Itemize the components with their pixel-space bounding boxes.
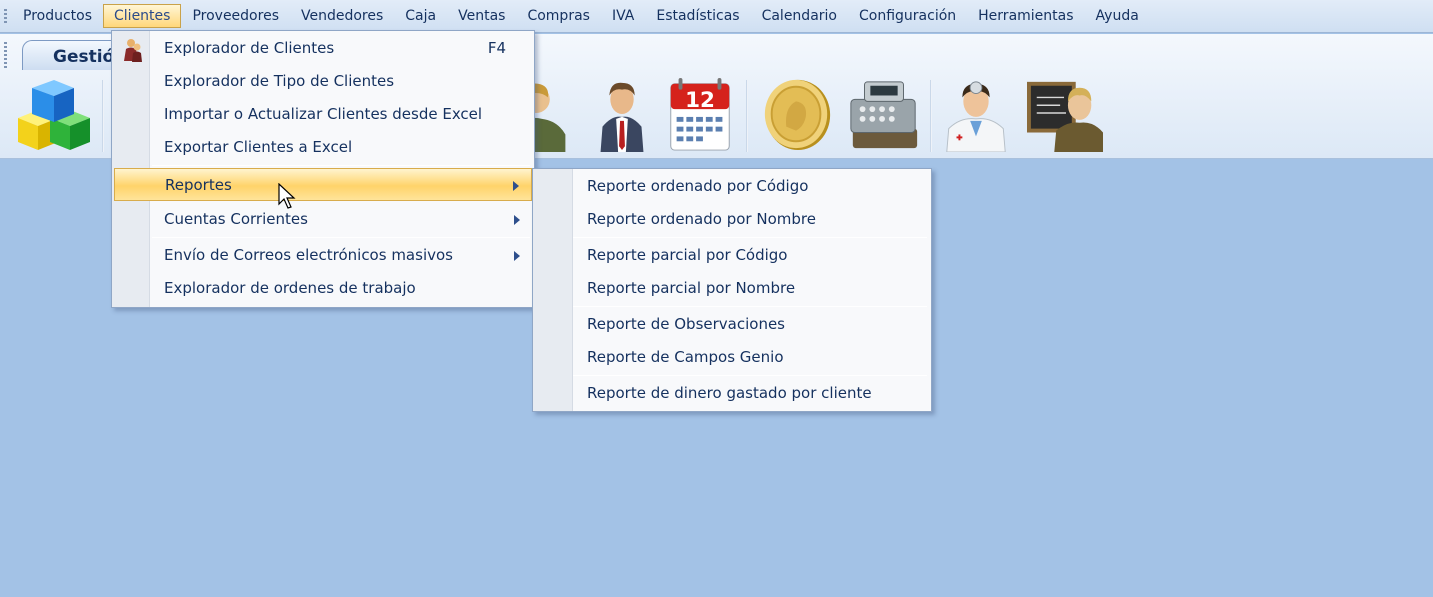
teacher-blackboard-icon[interactable]	[1024, 76, 1106, 152]
shortcut-label: F4	[487, 39, 506, 57]
submenu-item-dinero-gastado[interactable]: Reporte de dinero gastado por cliente	[535, 377, 929, 410]
menu-item-label: Reportes	[165, 176, 232, 194]
calendar-day: 12	[685, 88, 715, 113]
submenu-item-ordenado-nombre[interactable]: Reporte ordenado por Nombre	[535, 203, 929, 236]
doctor-icon[interactable]	[940, 76, 1012, 152]
menu-herramientas[interactable]: Herramientas	[967, 4, 1084, 28]
menu-item-label: Reporte parcial por Código	[587, 246, 788, 264]
menu-item-label: Reporte parcial por Nombre	[587, 279, 796, 297]
menu-item-label: Explorador de Tipo de Clientes	[164, 72, 395, 90]
menu-item-exportar-excel[interactable]: Exportar Clientes a Excel	[114, 131, 532, 164]
submenu-arrow-icon	[514, 251, 520, 261]
menu-ventas[interactable]: Ventas	[447, 4, 516, 28]
menu-item-envio-correos[interactable]: Envío de Correos electrónicos masivos	[114, 239, 532, 272]
submenu-item-observaciones[interactable]: Reporte de Observaciones	[535, 308, 929, 341]
menu-item-label: Explorador de ordenes de trabajo	[164, 279, 416, 297]
menu-divider	[573, 306, 927, 307]
menu-divider	[573, 237, 927, 238]
menu-item-label: Importar o Actualizar Clientes desde Exc…	[164, 105, 483, 123]
clientes-dropdown-menu: Explorador de Clientes F4 Explorador de …	[111, 30, 535, 308]
menu-divider	[152, 165, 530, 166]
submenu-arrow-icon	[513, 181, 519, 191]
menu-divider	[573, 375, 927, 376]
ribbon-grip[interactable]	[4, 42, 7, 68]
cash-register-icon[interactable]	[846, 76, 922, 152]
menu-vendedores[interactable]: Vendedores	[290, 4, 394, 28]
menu-item-cuentas-corrientes[interactable]: Cuentas Corrientes	[114, 203, 532, 236]
menu-estadisticas[interactable]: Estadísticas	[645, 4, 750, 28]
menu-item-explorador-tipo-clientes[interactable]: Explorador de Tipo de Clientes	[114, 65, 532, 98]
menu-item-label: Exportar Clientes a Excel	[164, 138, 353, 156]
menu-caja[interactable]: Caja	[394, 4, 447, 28]
menu-configuracion[interactable]: Configuración	[848, 4, 967, 28]
submenu-item-parcial-nombre[interactable]: Reporte parcial por Nombre	[535, 272, 929, 305]
menu-item-label: Reporte de Observaciones	[587, 315, 785, 333]
menu-item-label: Reporte ordenado por Código	[587, 177, 809, 195]
menu-ayuda[interactable]: Ayuda	[1085, 4, 1150, 28]
menu-productos[interactable]: Productos	[12, 4, 103, 28]
menu-item-label: Reporte de Campos Genio	[587, 348, 784, 366]
menu-item-importar-excel[interactable]: Importar o Actualizar Clientes desde Exc…	[114, 98, 532, 131]
menu-calendario[interactable]: Calendario	[751, 4, 848, 28]
menu-divider	[152, 237, 530, 238]
gold-coin-icon[interactable]	[760, 76, 834, 152]
menu-item-reportes[interactable]: Reportes	[114, 168, 532, 201]
submenu-item-campos-genio[interactable]: Reporte de Campos Genio	[535, 341, 929, 374]
submenu-item-parcial-codigo[interactable]: Reporte parcial por Código	[535, 239, 929, 272]
menu-item-label: Reporte de dinero gastado por cliente	[587, 384, 872, 402]
calendar-icon[interactable]: 12	[664, 76, 736, 152]
menu-bar: Productos Clientes Proveedores Vendedore…	[0, 0, 1433, 33]
menu-item-explorador-ordenes[interactable]: Explorador de ordenes de trabajo	[114, 272, 532, 305]
menu-clientes[interactable]: Clientes	[103, 4, 182, 28]
mouse-cursor-icon	[278, 183, 296, 209]
businessman-icon[interactable]	[598, 76, 646, 152]
toolbar-separator	[746, 80, 748, 152]
toolbar-separator	[102, 80, 104, 152]
submenu-item-ordenado-codigo[interactable]: Reporte ordenado por Código	[535, 170, 929, 203]
reportes-submenu: Reporte ordenado por Código Reporte orde…	[532, 168, 932, 412]
menu-item-label: Reporte ordenado por Nombre	[587, 210, 816, 228]
menu-item-explorador-clientes[interactable]: Explorador de Clientes F4	[114, 32, 532, 65]
menu-iva[interactable]: IVA	[601, 4, 645, 28]
cubes-icon[interactable]	[14, 78, 94, 154]
menubar-grip[interactable]	[4, 9, 7, 23]
menu-proveedores[interactable]: Proveedores	[181, 4, 290, 28]
menu-item-label: Envío de Correos electrónicos masivos	[164, 246, 453, 264]
toolbar-separator	[930, 80, 932, 152]
submenu-arrow-icon	[514, 215, 520, 225]
menu-compras[interactable]: Compras	[516, 4, 601, 28]
menu-item-label: Explorador de Clientes	[164, 39, 335, 57]
